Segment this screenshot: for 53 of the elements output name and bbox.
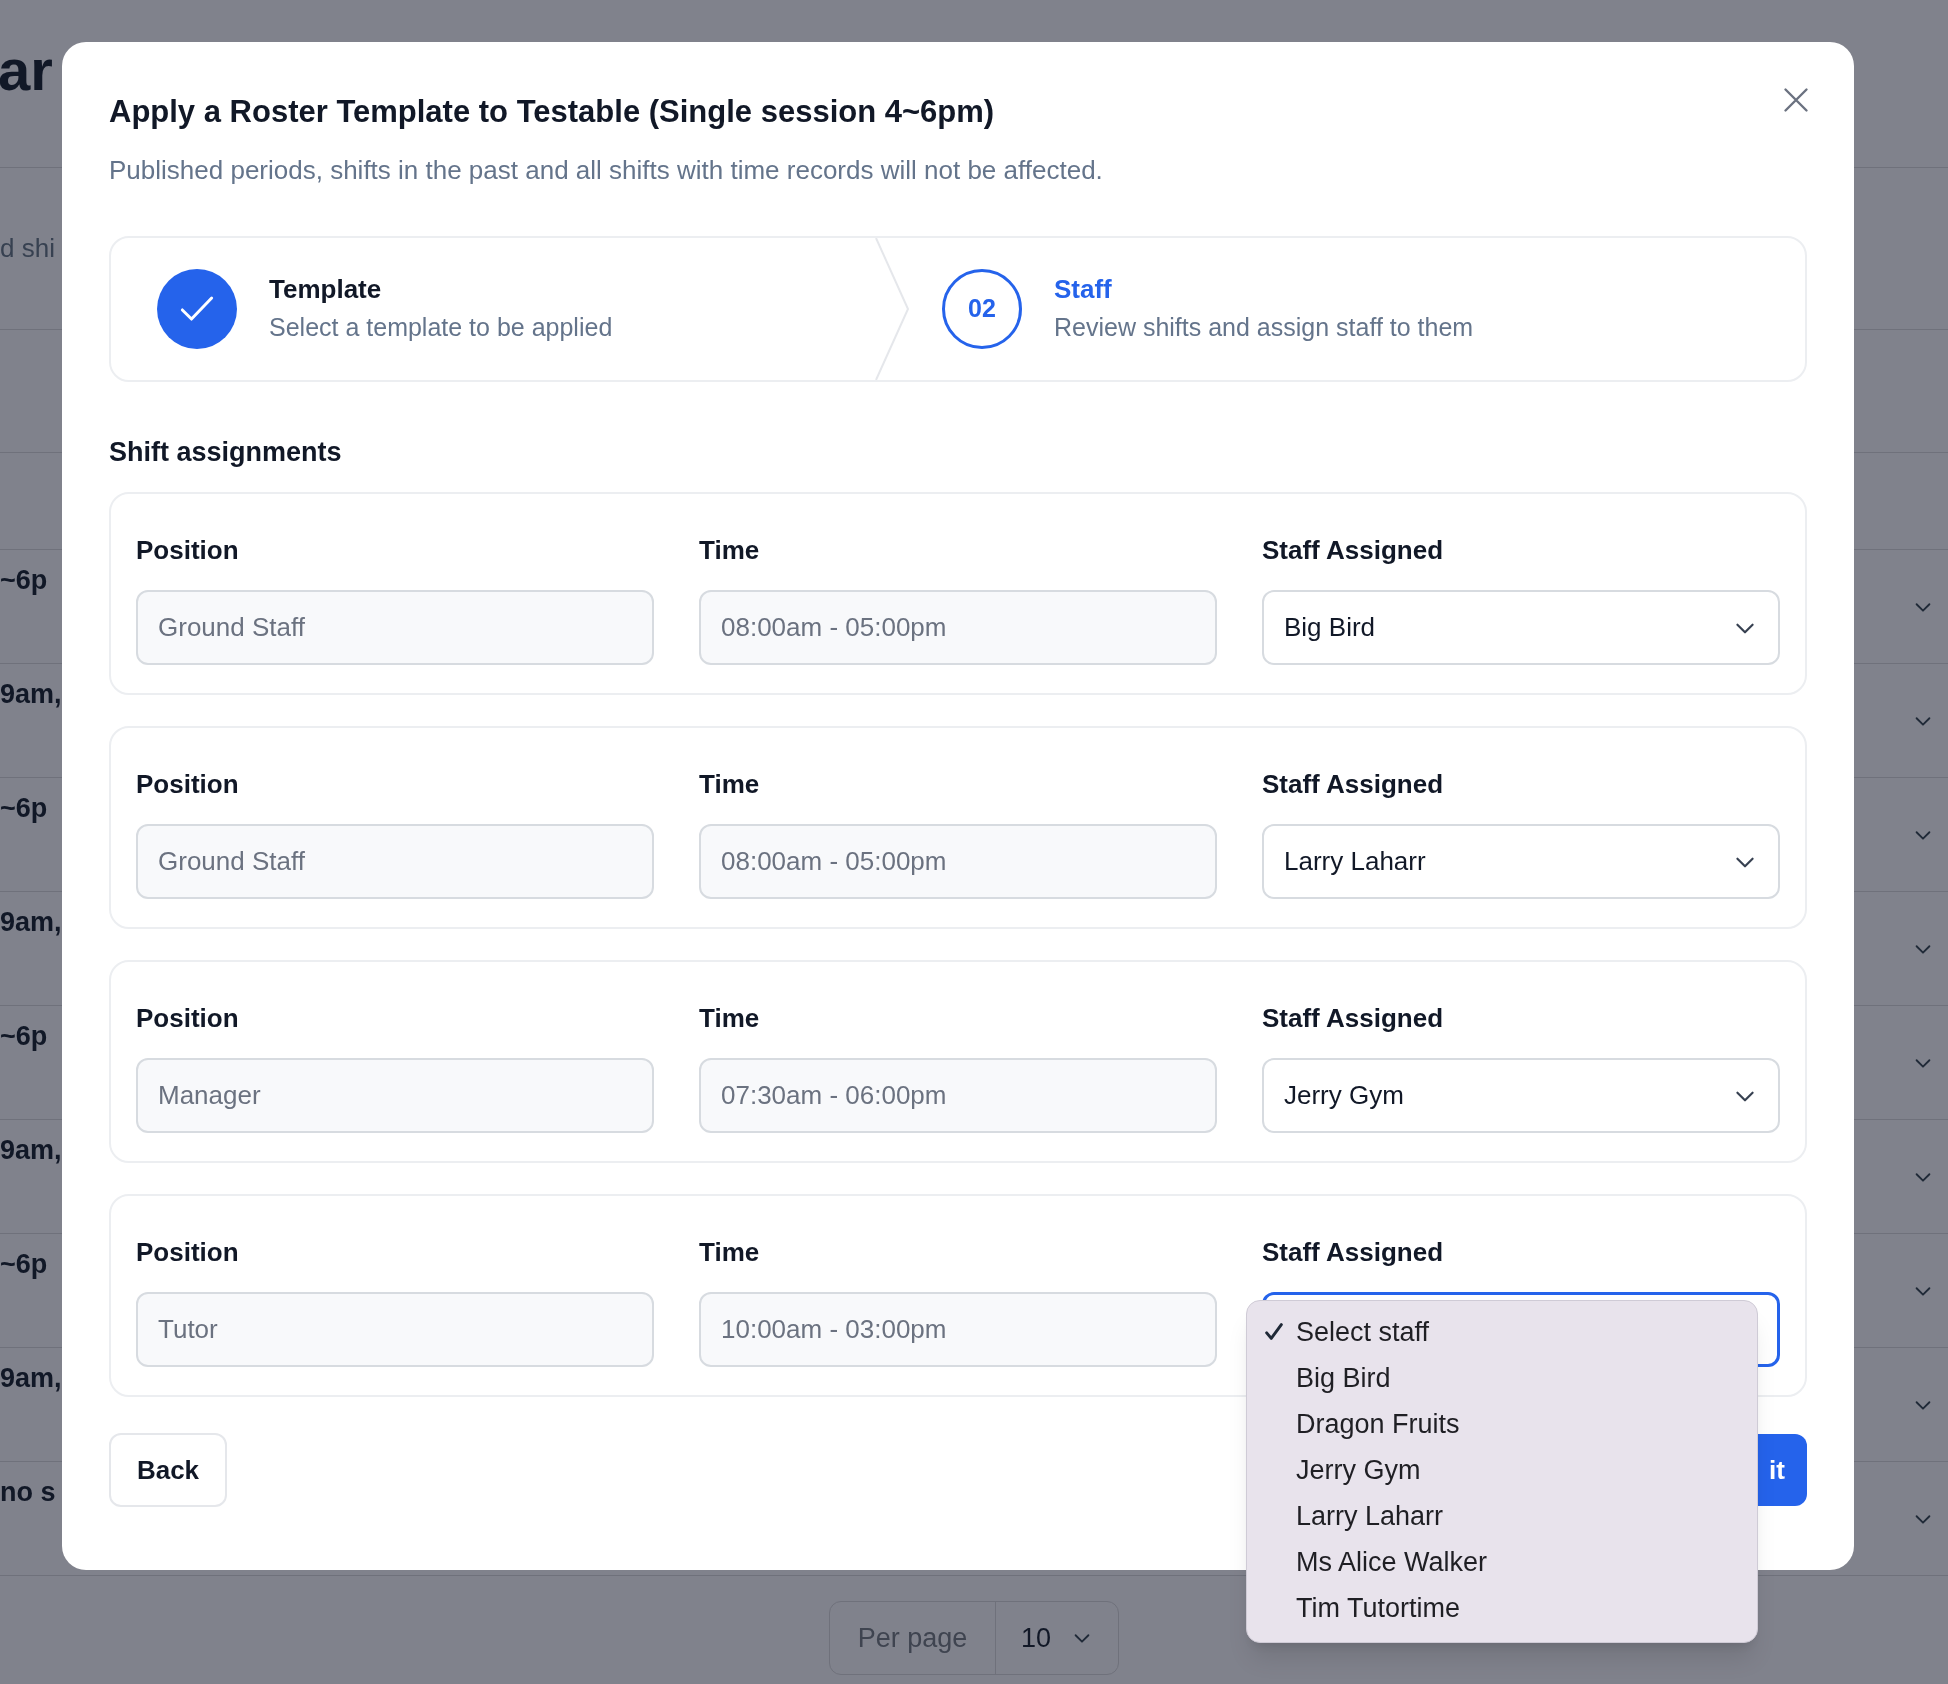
row-text: 9am, [0,678,62,711]
time-field[interactable]: 08:00am - 05:00pm [699,824,1217,899]
dropdown-option[interactable]: Larry Laharr [1247,1493,1757,1539]
time-field[interactable]: 10:00am - 03:00pm [699,1292,1217,1367]
position-field[interactable]: Tutor [136,1292,654,1367]
step-number: 02 [942,269,1022,349]
row-text: 9am, [0,1362,62,1395]
step-description: Select a template to be applied [269,312,613,343]
field-label: Staff Assigned [1262,534,1445,567]
per-page-control[interactable]: Per page 10 [829,1601,1119,1675]
dropdown-option[interactable]: Big Bird [1247,1355,1757,1401]
dialog-subtitle: Published periods, shifts in the past and all shifts with time records will not be affected. [109,154,1103,187]
dropdown-option[interactable]: Tim Tutortime [1247,1585,1757,1631]
dropdown-option[interactable]: Select staff [1247,1309,1757,1355]
position-field[interactable]: Ground Staff [136,824,654,899]
field-label: Staff Assigned [1262,1002,1445,1035]
dialog-title: Apply a Roster Template to Testable (Single session 4~6pm) [109,93,995,131]
field-label: Position [136,1002,240,1035]
field-label: Time [699,1002,761,1035]
back-button[interactable]: Back [109,1433,227,1507]
field-label: Time [699,768,761,801]
time-field[interactable]: 08:00am - 05:00pm [699,590,1217,665]
per-page-value: 10 [1020,1621,1051,1655]
row-text: ~6p [0,1020,48,1053]
row-text: 9am, [0,1134,62,1167]
field-label: Position [136,1236,240,1269]
field-label: Staff Assigned [1262,1236,1445,1269]
step-description: Review shifts and assign staff to them [1054,312,1474,343]
field-label: Staff Assigned [1262,768,1445,801]
staff-select[interactable]: Big Bird [1262,590,1780,665]
dropdown-option[interactable]: Ms Alice Walker [1247,1539,1757,1585]
checkmark-icon [1263,1321,1285,1343]
time-field[interactable]: 07:30am - 06:00pm [699,1058,1217,1133]
staff-select[interactable]: Larry Laharr [1262,824,1780,899]
section-title: Shift assignments [109,436,343,469]
page-subheading: d shi [0,232,55,265]
per-page-label: Per page [830,1602,996,1674]
field-label: Time [699,1236,761,1269]
field-label: Position [136,768,240,801]
dropdown-option[interactable]: Jerry Gym [1247,1447,1757,1493]
step-title: Template [269,273,383,306]
row-text: ~6p [0,564,48,597]
row-text: 9am, [0,906,62,939]
row-text: no s [0,1476,56,1509]
row-text: ~6p [0,792,48,825]
position-field[interactable]: Manager [136,1058,654,1133]
field-label: Position [136,534,240,567]
dropdown-option[interactable]: Dragon Fruits [1247,1401,1757,1447]
step-title: Staff [1054,273,1113,306]
position-field[interactable]: Ground Staff [136,590,654,665]
row-text: ~6p [0,1248,48,1281]
staff-select[interactable]: Jerry Gym [1262,1058,1780,1133]
field-label: Time [699,534,761,567]
